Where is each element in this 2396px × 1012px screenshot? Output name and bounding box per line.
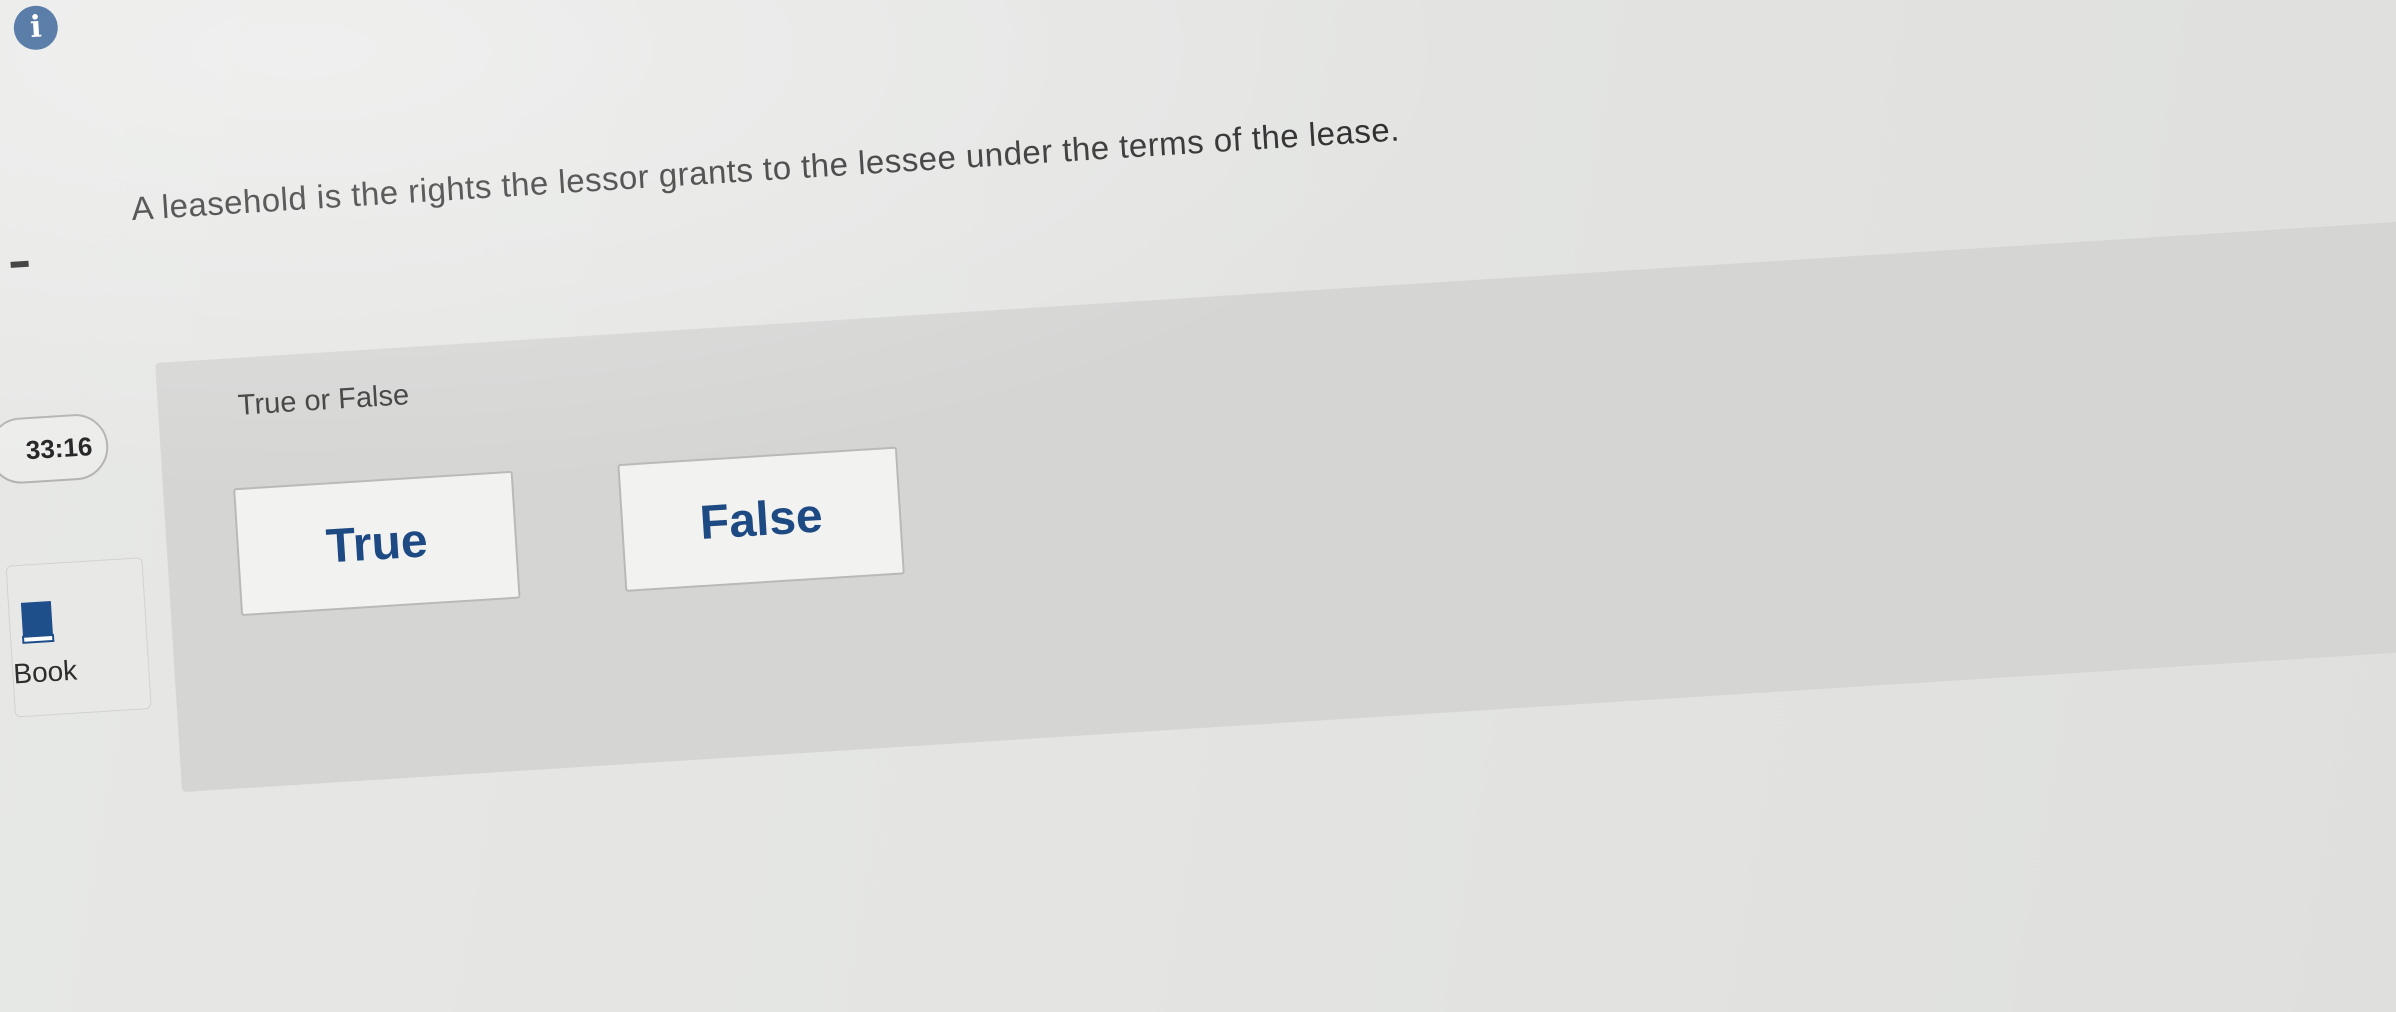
- answer-panel: True or False True False: [155, 206, 2396, 793]
- info-icon[interactable]: i: [12, 4, 60, 52]
- side-marker: [10, 260, 29, 268]
- timer-value: 33:16: [24, 430, 94, 465]
- screen: i A leasehold is the rights the lessor g…: [0, 0, 2396, 1012]
- question-text: A leasehold is the rights the lessor gra…: [130, 110, 1401, 228]
- timer-badge[interactable]: 33:16: [0, 412, 111, 486]
- assessment-view: i A leasehold is the rights the lessor g…: [0, 0, 2396, 1010]
- true-button-label: True: [324, 513, 430, 574]
- true-button[interactable]: True: [233, 470, 521, 617]
- ebook-button[interactable]: Book: [5, 557, 152, 718]
- book-icon: [20, 600, 55, 644]
- false-button[interactable]: False: [617, 446, 905, 592]
- false-button-label: False: [698, 488, 825, 550]
- book-label: Book: [12, 654, 79, 690]
- question-type-label: True or False: [236, 379, 410, 422]
